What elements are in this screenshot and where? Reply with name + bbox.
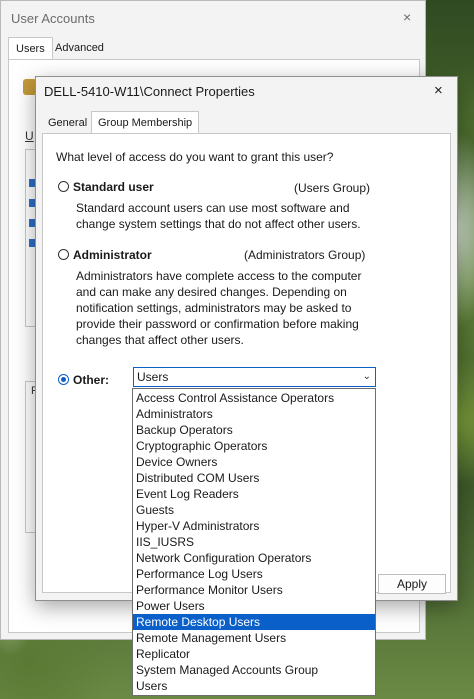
user-accounts-close-icon[interactable]: × [403,9,411,25]
dropdown-item[interactable]: IIS_IUSRS [133,534,375,550]
dialog-close-icon[interactable]: × [434,82,443,99]
dropdown-item[interactable]: Administrators [133,406,375,422]
dropdown-item[interactable]: Power Users [133,598,375,614]
standard-user-radio[interactable] [58,181,69,192]
dropdown-item[interactable]: Performance Monitor Users [133,582,375,598]
dropdown-item[interactable]: Performance Log Users [133,566,375,582]
dropdown-item[interactable]: Replicator [133,646,375,662]
tab-general[interactable]: General [42,113,93,133]
apply-button[interactable]: Apply [378,574,446,594]
dropdown-item-highlighted[interactable]: Remote Desktop Users [133,614,375,630]
dropdown-item[interactable]: Backup Operators [133,422,375,438]
group-dropdown-list: Access Control Assistance Operators Admi… [132,388,376,696]
tab-advanced[interactable]: Advanced [48,37,111,59]
standard-user-group: (Users Group) [294,181,371,195]
dropdown-item[interactable]: Device Owners [133,454,375,470]
dropdown-item[interactable]: System Managed Accounts Group [133,662,375,678]
administrator-group: (Administrators Group) [244,248,366,262]
administrator-description: Administrators have complete access to t… [76,269,362,347]
dropdown-item[interactable]: Users [133,678,375,694]
chevron-down-icon[interactable]: ⌄ [363,368,371,386]
dropdown-item[interactable]: Network Configuration Operators [133,550,375,566]
dialog-title: DELL-5410-W11\Connect Properties [44,84,255,99]
dropdown-item[interactable]: Guests [133,502,375,518]
access-question: What level of access do you want to gran… [56,150,334,164]
dropdown-item[interactable]: Event Log Readers [133,486,375,502]
dropdown-item[interactable]: Hyper-V Administrators [133,518,375,534]
standard-user-label[interactable]: Standard user [73,180,154,194]
other-label[interactable]: Other: [73,373,109,387]
tab-group-membership[interactable]: Group Membership [91,111,200,134]
other-group-select[interactable]: Users ⌄ [133,367,376,387]
dropdown-item[interactable]: Cryptographic Operators [133,438,375,454]
administrator-label[interactable]: Administrator [73,248,152,262]
other-group-select-value: Users [137,370,169,384]
dropdown-item[interactable]: Distributed COM Users [133,470,375,486]
users-label-fragment: U [25,129,34,143]
user-accounts-title: User Accounts [11,11,95,26]
other-radio[interactable] [58,374,69,385]
standard-user-description: Standard account users can use most soft… [76,201,361,231]
dropdown-item[interactable]: Access Control Assistance Operators [133,390,375,406]
administrator-radio[interactable] [58,249,69,260]
dropdown-item[interactable]: Remote Management Users [133,630,375,646]
